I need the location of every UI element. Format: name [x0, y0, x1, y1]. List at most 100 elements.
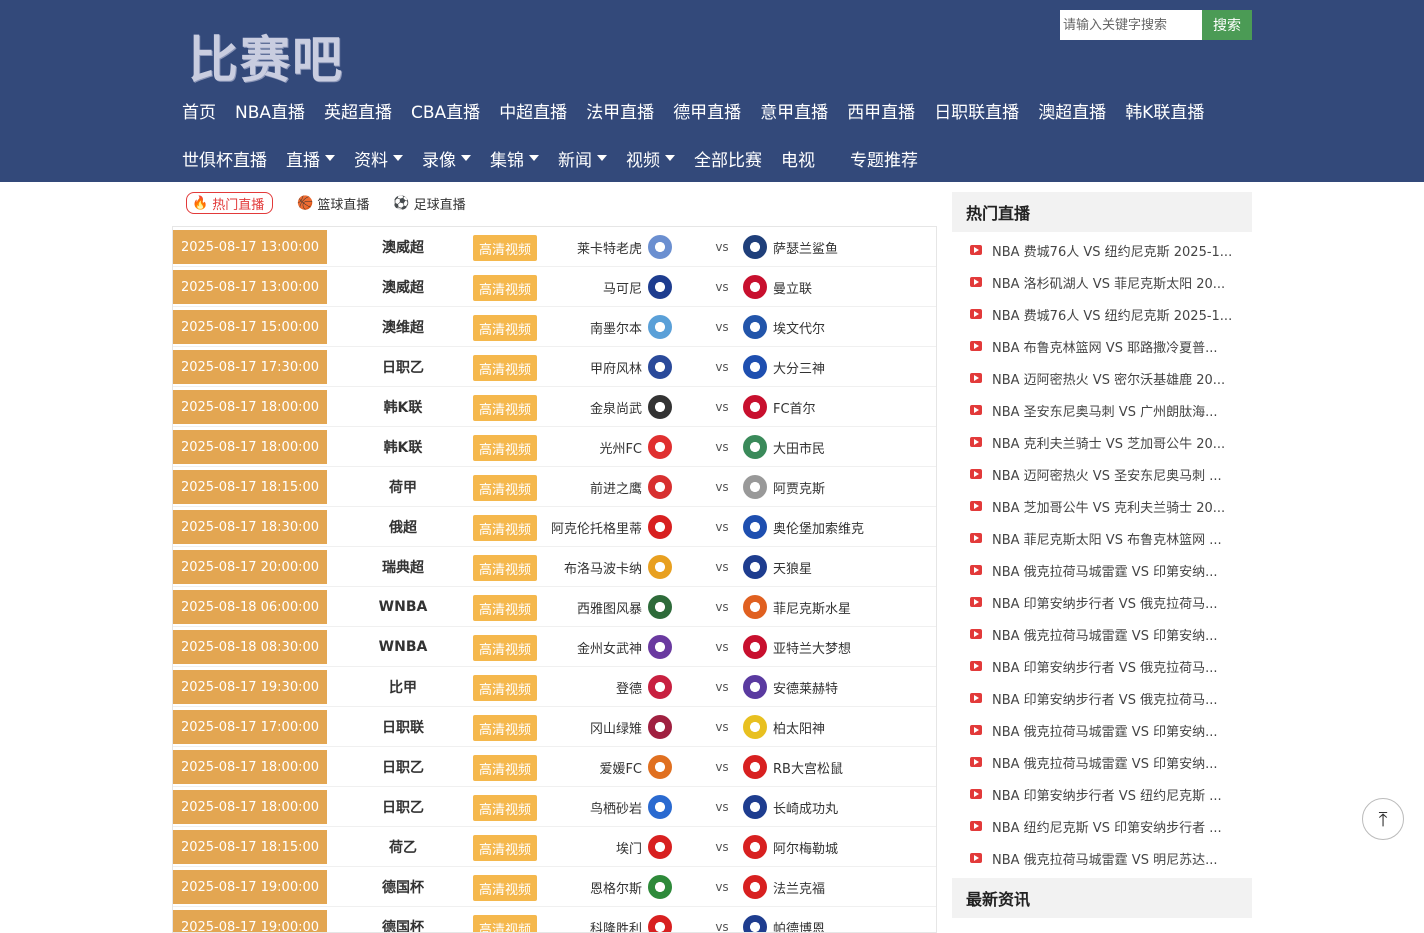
tab-hot[interactable]: 🔥 热门直播 — [186, 192, 274, 214]
hd-video-button[interactable]: 高清视频 — [473, 395, 537, 421]
away-team[interactable]: 柏太阳神 — [743, 707, 825, 747]
away-team[interactable]: 帕德博恩 — [743, 907, 825, 932]
hot-live-item[interactable]: NBA 克利夫兰骑士 VS 芝加哥公牛 20... — [952, 426, 1252, 458]
away-team[interactable]: 阿贾克斯 — [743, 467, 825, 507]
hot-live-item[interactable]: NBA 俄克拉荷马城雷霆 VS 印第安纳... — [952, 618, 1252, 650]
hot-live-item[interactable]: NBA 印第安纳步行者 VS 俄克拉荷马... — [952, 586, 1252, 618]
hd-video-button[interactable]: 高清视频 — [473, 275, 537, 301]
match-row[interactable]: 2025-08-17 18:00:00 韩K联 高清视频 金泉尚武 vs FC首尔 — [173, 387, 936, 427]
home-team[interactable]: 鸟栖砂岩 — [590, 787, 672, 827]
hd-video-button[interactable]: 高清视频 — [473, 235, 537, 261]
home-team[interactable]: 前进之鹰 — [590, 467, 672, 507]
nav-item[interactable]: 意甲直播 — [760, 98, 828, 123]
nav-item[interactable]: 澳超直播 — [1038, 98, 1106, 123]
match-league[interactable]: WNBA — [333, 627, 473, 667]
match-row[interactable]: 2025-08-17 18:00:00 韩K联 高清视频 光州FC vs 大田市民 — [173, 427, 936, 467]
nav-item[interactable]: NBA直播 — [235, 98, 305, 123]
home-team[interactable]: 冈山绿雉 — [590, 707, 672, 747]
match-league[interactable]: 澳威超 — [333, 227, 473, 267]
nav-item[interactable]: 资料 — [354, 146, 403, 171]
hot-live-item[interactable]: NBA 费城76人 VS 纽约尼克斯 2025-1... — [952, 298, 1252, 330]
nav-item[interactable]: 电视 — [781, 146, 815, 171]
home-team[interactable]: 金泉尚武 — [590, 387, 672, 427]
home-team[interactable]: 科隆胜利 — [590, 907, 672, 932]
match-league[interactable]: 德国杯 — [333, 907, 473, 932]
nav-item[interactable]: 法甲直播 — [586, 98, 654, 123]
match-row[interactable]: 2025-08-17 17:00:00 日职联 高清视频 冈山绿雉 vs 柏太阳神 — [173, 707, 936, 747]
away-team[interactable]: 长崎成功丸 — [743, 787, 838, 827]
hd-video-button[interactable]: 高清视频 — [473, 555, 537, 581]
nav-item[interactable]: 视频 — [626, 146, 675, 171]
hot-live-item[interactable]: NBA 芝加哥公牛 VS 克利夫兰骑士 20... — [952, 490, 1252, 522]
match-row[interactable]: 2025-08-17 18:15:00 荷甲 高清视频 前进之鹰 vs 阿贾克斯 — [173, 467, 936, 507]
match-league[interactable]: 俄超 — [333, 507, 473, 547]
hd-video-button[interactable]: 高清视频 — [473, 515, 537, 541]
nav-item[interactable]: 首页 — [182, 98, 216, 123]
hot-live-item[interactable]: NBA 菲尼克斯太阳 VS 布鲁克林篮网 ... — [952, 522, 1252, 554]
away-team[interactable]: 阿尔梅勒城 — [743, 827, 838, 867]
home-team[interactable]: 爱媛FC — [599, 747, 672, 787]
match-row[interactable]: 2025-08-17 18:15:00 荷乙 高清视频 埃门 vs 阿尔梅勒城 — [173, 827, 936, 867]
match-row[interactable]: 2025-08-17 19:30:00 比甲 高清视频 登德 vs 安德莱赫特 — [173, 667, 936, 707]
hot-live-item[interactable]: NBA 迈阿密热火 VS 圣安东尼奥马刺 ... — [952, 458, 1252, 490]
search-button[interactable]: 搜索 — [1202, 10, 1252, 40]
away-team[interactable]: 大田市民 — [743, 427, 825, 467]
hd-video-button[interactable]: 高清视频 — [473, 835, 537, 861]
home-team[interactable]: 马可尼 — [603, 267, 672, 307]
hd-video-button[interactable]: 高清视频 — [473, 675, 537, 701]
away-team[interactable]: 安德莱赫特 — [743, 667, 838, 707]
nav-item[interactable]: 英超直播 — [324, 98, 392, 123]
home-team[interactable]: 金州女武神 — [577, 627, 672, 667]
match-league[interactable]: 日职乙 — [333, 787, 473, 827]
hd-video-button[interactable]: 高清视频 — [473, 475, 537, 501]
away-team[interactable]: 萨瑟兰鲨鱼 — [743, 227, 838, 267]
hot-live-item[interactable]: NBA 俄克拉荷马城雷霆 VS 明尼苏达... — [952, 842, 1252, 874]
nav-item[interactable]: 集锦 — [490, 146, 539, 171]
hd-video-button[interactable]: 高清视频 — [473, 595, 537, 621]
hd-video-button[interactable]: 高清视频 — [473, 315, 537, 341]
nav-item[interactable]: 韩K联直播 — [1125, 98, 1204, 123]
home-team[interactable]: 甲府风林 — [590, 347, 672, 387]
hot-live-item[interactable]: NBA 俄克拉荷马城雷霆 VS 印第安纳... — [952, 554, 1252, 586]
hd-video-button[interactable]: 高清视频 — [473, 915, 537, 932]
hot-live-item[interactable]: NBA 圣安东尼奥马刺 VS 广州朗肽海... — [952, 394, 1252, 426]
match-league[interactable]: 比甲 — [333, 667, 473, 707]
home-team[interactable]: 登德 — [616, 667, 672, 707]
match-row[interactable]: 2025-08-17 13:00:00 澳威超 高清视频 莱卡特老虎 vs 萨瑟兰鲨鱼 — [173, 227, 936, 267]
hot-live-item[interactable]: NBA 费城76人 VS 纽约尼克斯 2025-1... — [952, 234, 1252, 266]
home-team[interactable]: 埃门 — [616, 827, 672, 867]
hot-live-item[interactable]: NBA 俄克拉荷马城雷霆 VS 印第安纳... — [952, 746, 1252, 778]
match-league[interactable]: 日职乙 — [333, 747, 473, 787]
match-league[interactable]: 荷乙 — [333, 827, 473, 867]
match-league[interactable]: WNBA — [333, 587, 473, 627]
match-row[interactable]: 2025-08-17 15:00:00 澳维超 高清视频 南墨尔本 vs 埃文代尔 — [173, 307, 936, 347]
match-league[interactable]: 瑞典超 — [333, 547, 473, 587]
hd-video-button[interactable]: 高清视频 — [473, 635, 537, 661]
hd-video-button[interactable]: 高清视频 — [473, 715, 537, 741]
home-team[interactable]: 光州FC — [599, 427, 672, 467]
away-team[interactable]: 亚特兰大梦想 — [743, 627, 851, 667]
match-league[interactable]: 韩K联 — [333, 427, 473, 467]
nav-item[interactable]: 全部比赛 — [694, 146, 762, 171]
match-row[interactable]: 2025-08-17 18:00:00 日职乙 高清视频 鸟栖砂岩 vs 长崎成功丸 — [173, 787, 936, 827]
away-team[interactable]: 埃文代尔 — [743, 307, 825, 347]
hot-live-item[interactable]: NBA 纽约尼克斯 VS 印第安纳步行者 ... — [952, 810, 1252, 842]
nav-item[interactable]: 中超直播 — [499, 98, 567, 123]
away-team[interactable]: 天狼星 — [743, 547, 812, 587]
away-team[interactable]: 曼立联 — [743, 267, 812, 307]
match-row[interactable]: 2025-08-17 18:00:00 日职乙 高清视频 爱媛FC vs RB大宫松鼠 — [173, 747, 936, 787]
home-team[interactable]: 南墨尔本 — [590, 307, 672, 347]
nav-item[interactable]: 录像 — [422, 146, 471, 171]
match-league[interactable]: 德国杯 — [333, 867, 473, 907]
nav-item[interactable]: 西甲直播 — [847, 98, 915, 123]
away-team[interactable]: 菲尼克斯水星 — [743, 587, 851, 627]
nav-item[interactable]: 新闻 — [558, 146, 607, 171]
hd-video-button[interactable]: 高清视频 — [473, 355, 537, 381]
home-team[interactable]: 布洛马波卡纳 — [564, 547, 672, 587]
search-input[interactable] — [1060, 10, 1202, 40]
match-league[interactable]: 日职联 — [333, 707, 473, 747]
hot-live-item[interactable]: NBA 迈阿密热火 VS 密尔沃基雄鹿 20... — [952, 362, 1252, 394]
match-row[interactable]: 2025-08-17 17:30:00 日职乙 高清视频 甲府风林 vs 大分三神 — [173, 347, 936, 387]
hd-video-button[interactable]: 高清视频 — [473, 875, 537, 901]
away-team[interactable]: 大分三神 — [743, 347, 825, 387]
